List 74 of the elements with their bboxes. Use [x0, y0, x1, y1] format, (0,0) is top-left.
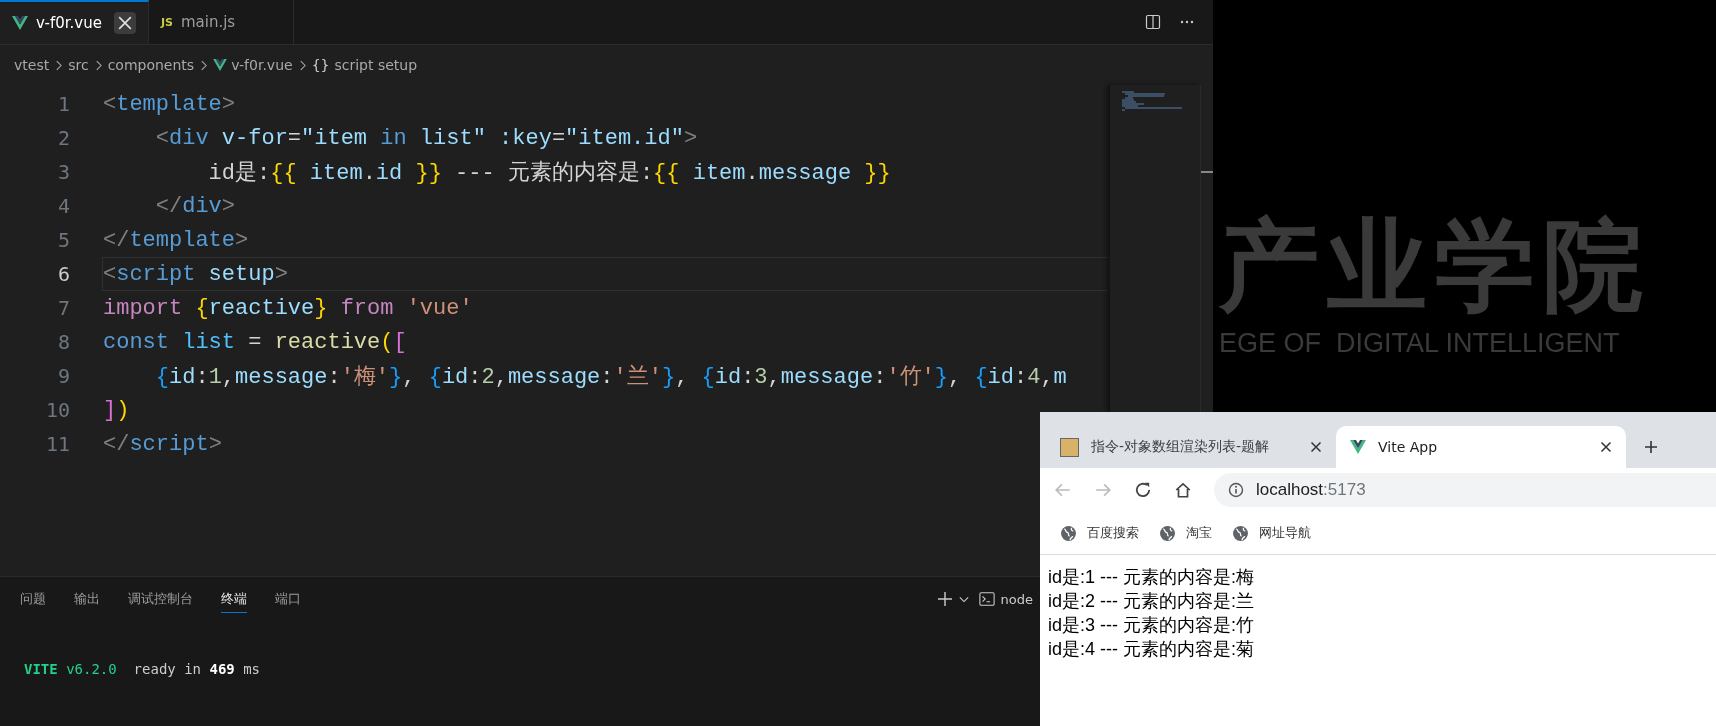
- output-line: id是:4 --- 元素的内容是:菊: [1048, 638, 1255, 661]
- braces-icon: {}: [311, 57, 330, 73]
- code-line: ]): [103, 397, 130, 423]
- code-line: id是:{{ item.id }} --- 元素的内容是:{{ item.message }}: [207, 159, 891, 187]
- minimap-code-drawing: [1122, 91, 1182, 111]
- breadcrumb-item[interactable]: src: [68, 57, 89, 73]
- code-line: {id:1,message:'梅'}, {id:2,message:'兰'}, {id:3,message:'竹'}, {id:4,m: [154, 363, 1067, 391]
- line-number: 4: [56, 194, 70, 218]
- output-line: id是:1 --- 元素的内容是:梅: [1048, 566, 1255, 589]
- wallpaper-subtitle: EGE OF DIGITAL INTELLIGENT: [1219, 328, 1620, 359]
- code-line: import {reactive} from 'vue': [103, 295, 473, 321]
- info-icon: [1228, 482, 1244, 498]
- browser-tab[interactable]: 指令-对象数组渲染列表-题解: [1046, 426, 1336, 468]
- chevron-right-icon: [200, 59, 208, 71]
- line-number: 9: [56, 364, 70, 388]
- chevron-right-icon: [55, 59, 63, 71]
- line-number: 2: [56, 126, 70, 150]
- bookmark-item[interactable]: 百度搜索: [1060, 524, 1139, 542]
- code-line: </template>: [103, 227, 249, 253]
- terminal-shell-label[interactable]: node: [1000, 591, 1033, 607]
- globe-icon: [1232, 524, 1249, 542]
- chevron-right-icon: [298, 59, 306, 71]
- split-editor-icon[interactable]: [1145, 14, 1161, 30]
- reload-icon[interactable]: [1134, 481, 1152, 499]
- chevron-down-icon[interactable]: [958, 595, 969, 603]
- terminal-icon: [978, 591, 995, 607]
- browser-tab[interactable]: Vite App: [1336, 426, 1626, 468]
- code-line: <template>: [103, 91, 236, 117]
- line-number: 8: [56, 330, 70, 354]
- plus-icon[interactable]: [936, 591, 953, 607]
- line-number: 6: [56, 262, 70, 286]
- code-line: </script>: [103, 431, 222, 457]
- output-line: id是:3 --- 元素的内容是:竹: [1048, 614, 1255, 637]
- bookmark-item[interactable]: 网址导航: [1232, 524, 1311, 542]
- line-number: 5: [56, 228, 70, 252]
- close-icon[interactable]: [1310, 441, 1322, 453]
- panel-tab[interactable]: 输出: [74, 585, 100, 613]
- breadcrumb-item[interactable]: script setup: [334, 57, 418, 73]
- output-line: id是:2 --- 元素的内容是:兰: [1048, 590, 1255, 613]
- favicon-placeholder: [1060, 437, 1079, 457]
- code-line: </div>: [154, 193, 236, 219]
- home-icon[interactable]: [1174, 481, 1192, 499]
- line-number: 1: [56, 92, 70, 116]
- editor-tab[interactable]: v-f0r.vue: [0, 0, 149, 44]
- code-line: <div v-for="item in list" :key="item.id">: [154, 125, 698, 151]
- wallpaper-title: 产业学院: [1219, 210, 1651, 320]
- js-icon: JS: [160, 15, 173, 29]
- close-icon[interactable]: [1600, 441, 1612, 453]
- line-number: 11: [44, 432, 70, 456]
- breadcrumb-item[interactable]: v-f0r.vue: [231, 57, 293, 73]
- code-line: <script setup>: [103, 261, 288, 287]
- breadcrumb-item[interactable]: components: [107, 57, 195, 73]
- vue-logo-icon: [12, 16, 28, 30]
- line-number: 3: [56, 160, 70, 184]
- breadcrumb-item[interactable]: vtest: [14, 57, 50, 73]
- address-bar[interactable]: localhost:5173: [1214, 473, 1716, 507]
- terminal-line: VITE v6.2.0 ready in 469 ms: [24, 661, 262, 677]
- panel-tab[interactable]: 终端: [221, 585, 247, 613]
- vue-logo-icon: [213, 59, 228, 71]
- scrollbar-marker: [1201, 171, 1213, 173]
- panel-tab[interactable]: 问题: [20, 585, 46, 613]
- line-number: 10: [44, 398, 70, 422]
- code-line: const list = reactive([: [103, 329, 407, 355]
- globe-icon: [1159, 524, 1176, 542]
- panel-tab[interactable]: 端口: [275, 585, 301, 613]
- line-number: 7: [56, 296, 70, 320]
- panel-tab[interactable]: 调试控制台: [128, 585, 193, 613]
- globe-icon: [1060, 524, 1077, 542]
- editor-tab[interactable]: JS main.js: [148, 0, 294, 44]
- vue-logo-icon: [1350, 440, 1366, 454]
- chevron-right-icon: [94, 59, 102, 71]
- bookmark-item[interactable]: 淘宝: [1159, 524, 1212, 542]
- close-button[interactable]: [113, 12, 136, 34]
- new-tab-icon[interactable]: [1644, 440, 1658, 454]
